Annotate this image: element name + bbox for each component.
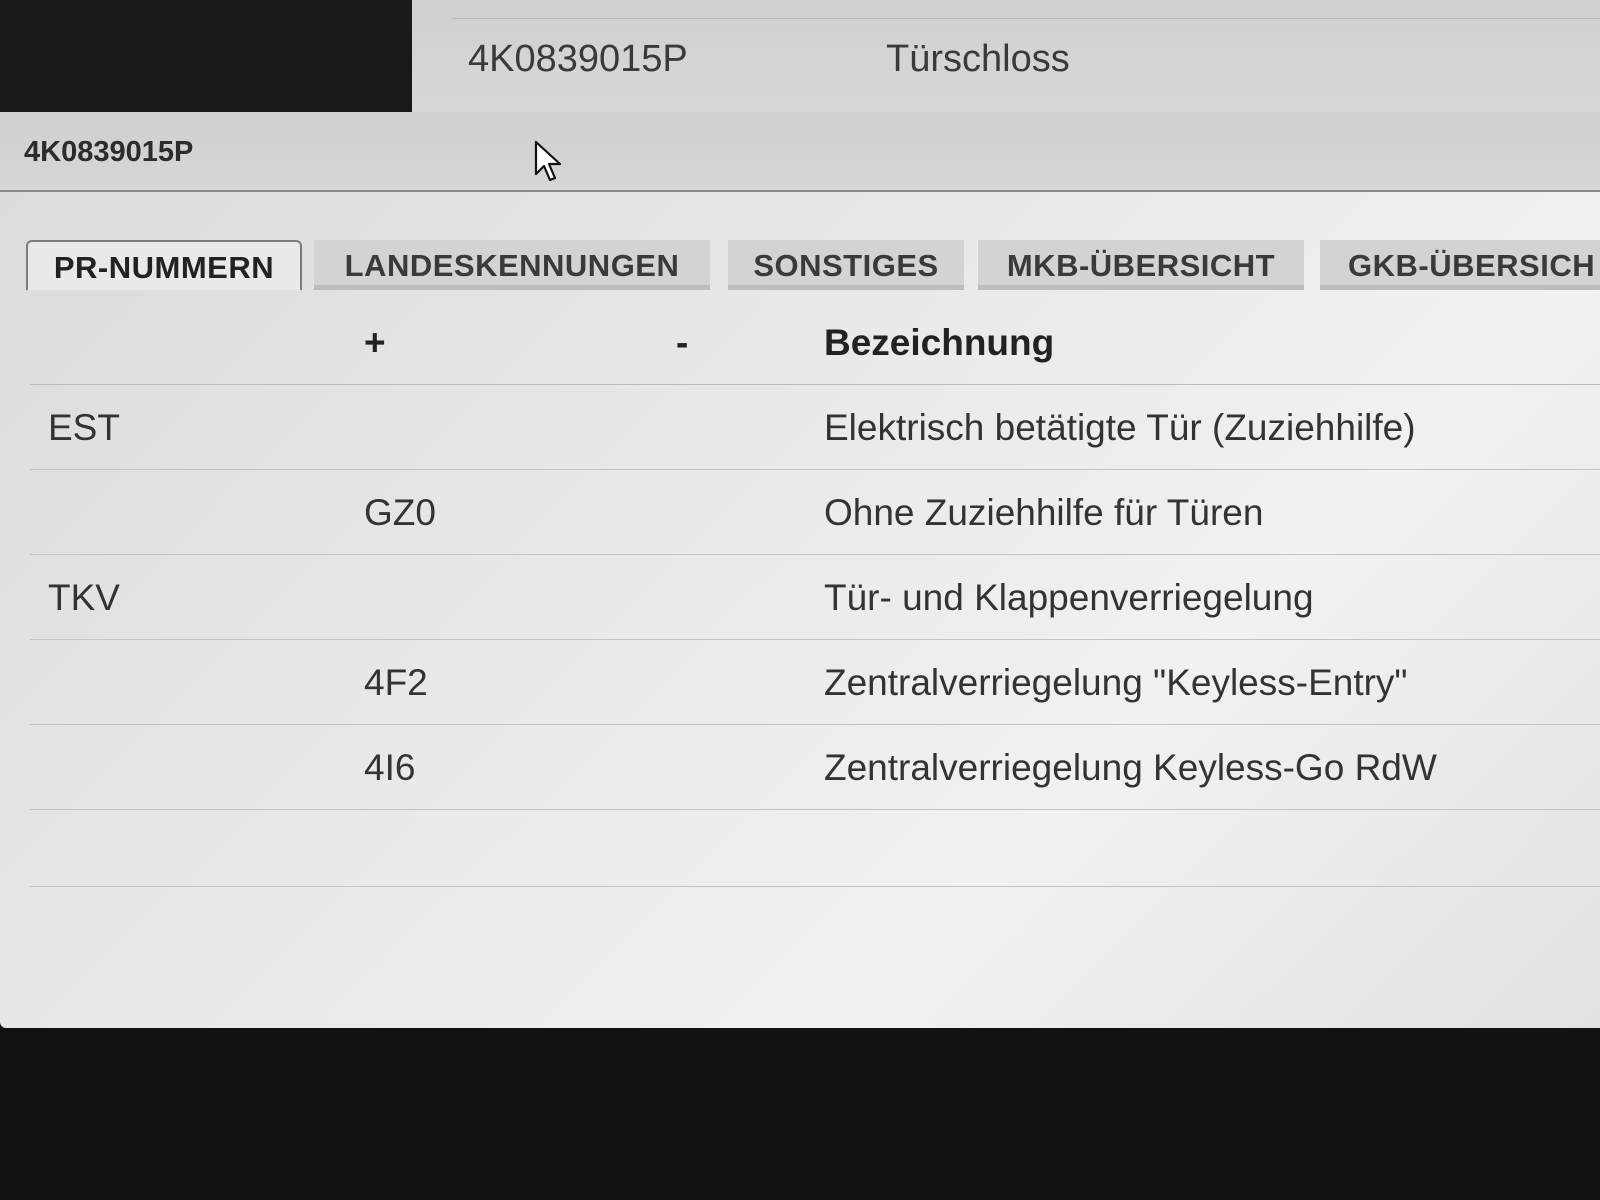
tab-landeskennungen[interactable]: LANDESKENNUNGEN — [314, 240, 710, 290]
cell-description: Tür- und Klappenverriegelung — [824, 577, 1314, 618]
table-row[interactable]: 4I6 Zentralverriegelung Keyless-Go RdW — [30, 725, 1600, 810]
background-parts-row[interactable]: 4K0839015P Türschloss — [412, 0, 1600, 114]
cell-description: Zentralverriegelung "Keyless-Entry" — [824, 662, 1408, 703]
tab-sonstiges[interactable]: SONSTIGES — [728, 240, 964, 290]
dark-background-area — [0, 0, 412, 114]
cell-plus: 4F2 — [364, 662, 428, 703]
cell-code: TKV — [48, 577, 120, 618]
tab-pr-nummern[interactable]: PR-NUMMERN — [26, 240, 302, 290]
table-row[interactable]: GZ0 Ohne Zuziehhilfe für Türen — [30, 470, 1600, 555]
dialog-title: 4K0839015P — [24, 136, 194, 168]
header-minus: - — [676, 322, 689, 363]
background-part-name: Türschloss — [886, 38, 1070, 80]
tab-bar: PR-NUMMERN LANDESKENNUNGEN SONSTIGES MKB… — [26, 240, 1600, 292]
table-row[interactable]: TKV Tür- und Klappenverriegelung — [30, 555, 1600, 640]
pr-numbers-table: + - Bezeichnung EST Elektrisch betätigte… — [0, 300, 1600, 887]
table-header-row: + - Bezeichnung — [30, 300, 1600, 385]
header-description: Bezeichnung — [824, 322, 1055, 363]
header-plus: + — [364, 322, 386, 363]
cell-description: Zentralverriegelung Keyless-Go RdW — [824, 747, 1437, 788]
mouse-pointer-icon — [534, 140, 562, 182]
cell-code: EST — [48, 407, 120, 448]
empty-table-row — [30, 810, 1600, 887]
cell-description: Ohne Zuziehhilfe für Türen — [824, 492, 1264, 533]
table-row[interactable]: EST Elektrisch betätigte Tür (Zuziehhilf… — [30, 385, 1600, 470]
part-detail-dialog: 4K0839015P PR-NUMMERN LANDESKENNUNGEN SO… — [0, 112, 1600, 1028]
cell-plus: 4I6 — [364, 747, 416, 788]
cell-plus: GZ0 — [364, 492, 436, 533]
cell-description: Elektrisch betätigte Tür (Zuziehhilfe) — [824, 407, 1416, 448]
table-row[interactable]: 4F2 Zentralverriegelung "Keyless-Entry" — [30, 640, 1600, 725]
background-part-number: 4K0839015P — [468, 38, 688, 80]
tab-mkb-uebersicht[interactable]: MKB-ÜBERSICHT — [978, 240, 1304, 290]
dialog-header: 4K0839015P — [0, 112, 1600, 192]
tab-gkb-uebersicht[interactable]: GKB-ÜBERSICH — [1320, 240, 1600, 290]
row-divider — [452, 18, 1600, 19]
